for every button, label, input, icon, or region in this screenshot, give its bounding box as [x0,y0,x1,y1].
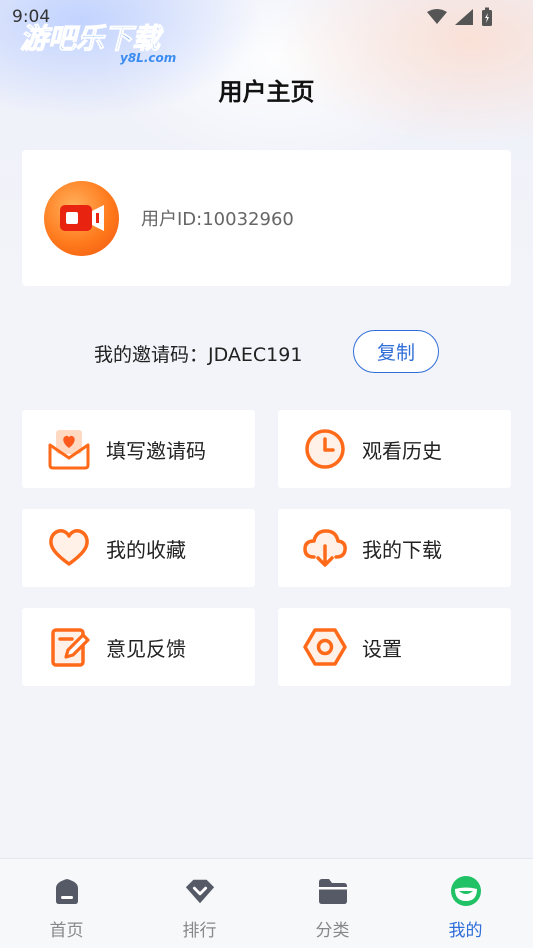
home-icon [55,879,78,904]
heart-icon [49,529,89,566]
menu-feedback[interactable]: 意见反馈 [22,608,255,686]
avatar[interactable] [44,180,119,256]
folder-icon [318,879,347,904]
page-title: 用户主页 [218,78,315,106]
status-icons [427,7,493,27]
user-id: 用户ID:10032960 [141,209,294,230]
tab-ranking[interactable]: 排行 [133,859,266,948]
hexagon-settings-icon [303,628,347,666]
wifi-icon [427,9,447,24]
clock-icon [305,429,345,469]
bottom-tab-bar: 首页 排行 分类 我的 [0,858,533,948]
profile-card: 用户ID:10032960 [22,150,511,286]
tab-label: 首页 [49,921,84,941]
diamond-rank-icon [185,879,214,904]
svg-text:y8L.com: y8L.com [120,51,176,65]
signal-icon [455,9,473,25]
battery-icon [482,7,492,26]
video-logo-icon [59,205,104,231]
menu-settings[interactable]: 设置 [278,608,511,686]
smile-face-icon [450,876,481,906]
menu-my-downloads[interactable]: 我的下载 [278,509,511,587]
watermark-logo: 游吧乐下载 y8L.com [20,22,177,66]
menu-label: 我的下载 [362,537,442,562]
invite-code-text: 我的邀请码：JDAEC191 [94,344,303,366]
tab-category[interactable]: 分类 [266,859,399,948]
menu-label: 设置 [362,636,402,661]
menu-my-favorites[interactable]: 我的收藏 [22,509,255,587]
menu-label: 我的收藏 [106,537,186,562]
tab-label: 分类 [315,921,350,941]
menu-label: 填写邀请码 [106,438,206,463]
cloud-download-icon [303,529,347,567]
tab-label: 我的 [448,921,483,941]
tab-home[interactable]: 首页 [0,859,133,948]
envelope-heart-icon [48,430,90,470]
copy-button[interactable]: 复制 [353,330,439,373]
tab-label: 排行 [182,921,217,941]
invite-row: 我的邀请码：JDAEC191 复制 [0,330,533,374]
menu-fill-invite-code[interactable]: 填写邀请码 [22,410,255,488]
menu-label: 观看历史 [362,438,442,463]
menu-label: 意见反馈 [106,636,186,661]
menu-watch-history[interactable]: 观看历史 [278,410,511,488]
tab-mine[interactable]: 我的 [399,859,532,948]
edit-note-icon [51,628,90,667]
